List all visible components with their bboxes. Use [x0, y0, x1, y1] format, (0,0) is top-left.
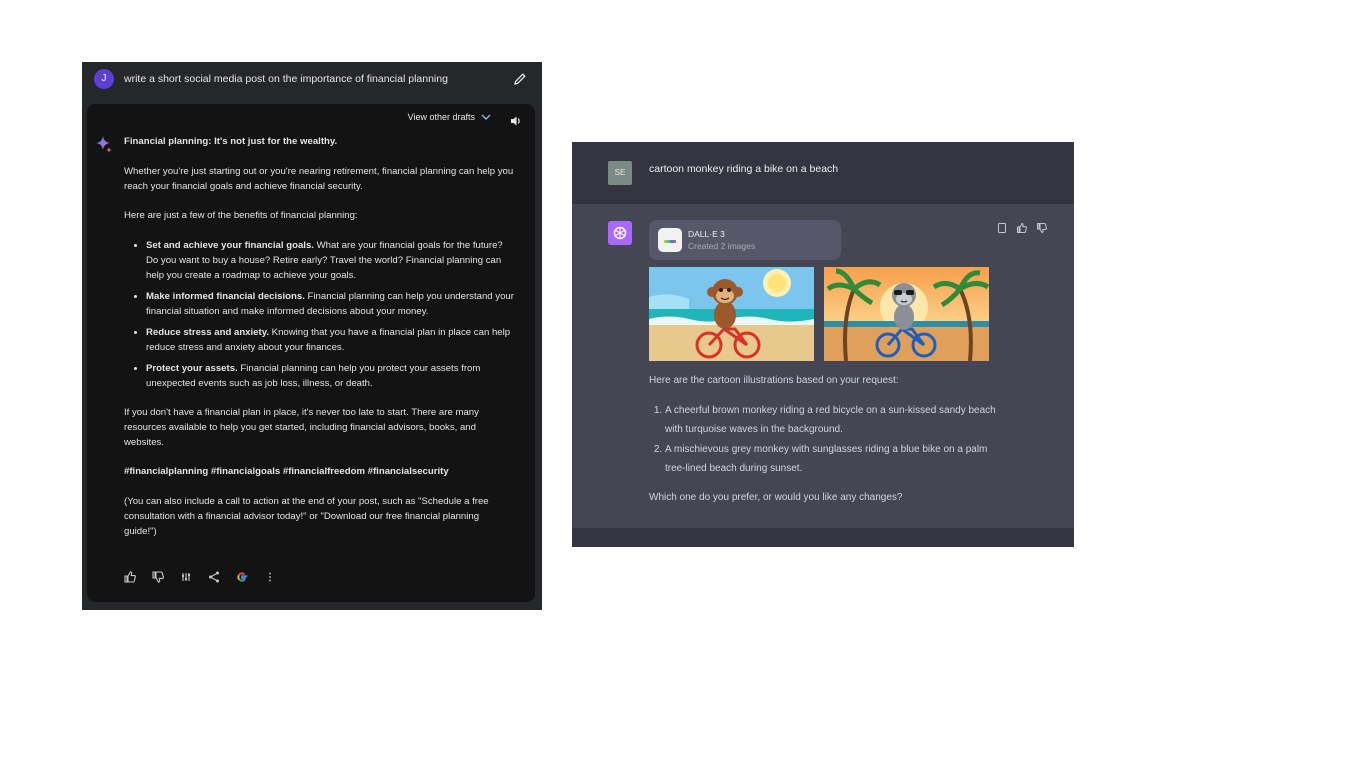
assistant-question: Which one do you prefer, or would you li… — [649, 491, 903, 503]
image-descriptions: A cheerful brown monkey riding a red bic… — [649, 401, 999, 479]
benefit-title: Make informed financial decisions. — [146, 290, 305, 302]
list-item: Make informed financial decisions. Finan… — [146, 289, 514, 319]
list-item: Protect your assets. Financial planning … — [146, 361, 514, 391]
benefit-title: Set and achieve your financial goals. — [146, 239, 314, 251]
thumbs-down-icon[interactable] — [151, 570, 165, 584]
benefit-title: Reduce stress and anxiety. — [146, 326, 269, 338]
view-drafts-label: View other drafts — [407, 112, 475, 122]
response-note: (You can also include a call to action a… — [124, 495, 489, 537]
response-actions — [123, 570, 277, 584]
assistant-intro: Here are the cartoon illustrations based… — [649, 375, 899, 386]
response-intro: Whether you're just starting out or you'… — [124, 165, 514, 192]
benefits-list: Set and achieve your financial goals. Wh… — [124, 238, 514, 391]
user-message-text: cartoon monkey riding a bike on a beach — [649, 163, 839, 175]
view-other-drafts-button[interactable]: View other drafts — [408, 112, 491, 122]
adjust-icon[interactable] — [179, 570, 193, 584]
copy-icon[interactable] — [996, 222, 1008, 234]
dalle-subtitle: Created 2 images — [688, 241, 756, 251]
dalle-title: DALL·E 3 — [688, 229, 725, 239]
user-prompt-row: J write a short social media post on the… — [82, 62, 542, 102]
benefit-title: Protect your assets. — [146, 362, 238, 374]
user-prompt-text: write a short social media post on the i… — [124, 73, 448, 85]
response-closing: If you don't have a financial plan in pl… — [124, 406, 479, 448]
speaker-icon[interactable] — [509, 114, 523, 128]
chevron-down-icon — [481, 114, 491, 120]
share-icon[interactable] — [207, 570, 221, 584]
bard-screenshot: J write a short social media post on the… — [82, 62, 542, 610]
thumbs-down-icon[interactable] — [1036, 222, 1048, 234]
list-item: A mischievous grey monkey with sunglasse… — [665, 440, 999, 479]
bard-sparkle-icon — [96, 136, 112, 153]
openai-logo-icon — [608, 221, 632, 245]
user-avatar: SE — [608, 161, 632, 185]
thumbs-up-icon[interactable] — [123, 570, 137, 584]
message-tools — [996, 222, 1048, 234]
benefits-lead: Here are just a few of the benefits of f… — [124, 210, 358, 221]
list-item: Reduce stress and anxiety. Knowing that … — [146, 325, 514, 355]
generated-image-monkey-blue-bike[interactable] — [824, 267, 989, 361]
response-text: Financial planning: It's not just for th… — [124, 134, 514, 553]
assistant-message: Here are the cartoon illustrations based… — [649, 371, 999, 517]
chatgpt-screenshot: SE cartoon monkey riding a bike on a bea… — [572, 142, 1074, 547]
response-card: View other drafts Financial planning: It… — [87, 104, 535, 602]
dalle-tool-card[interactable]: DALL·E 3 Created 2 images — [649, 220, 841, 260]
more-vert-icon[interactable] — [263, 570, 277, 584]
user-message-row: SE cartoon monkey riding a bike on a bea… — [572, 142, 1074, 204]
list-item: Set and achieve your financial goals. Wh… — [146, 238, 514, 283]
list-item: A cheerful brown monkey riding a red bic… — [665, 401, 999, 440]
generated-image-monkey-red-bike[interactable] — [649, 267, 814, 361]
edit-pencil-icon[interactable] — [512, 71, 528, 87]
response-headline: Financial planning: It's not just for th… — [124, 136, 338, 147]
google-icon[interactable] — [235, 570, 249, 584]
chat-bottom-strip — [572, 528, 1074, 547]
user-avatar: J — [94, 69, 114, 89]
dalle-logo-icon — [658, 228, 682, 252]
thumbs-up-icon[interactable] — [1016, 222, 1028, 234]
hashtags: #financialplanning #financialgoals #fina… — [124, 466, 449, 477]
